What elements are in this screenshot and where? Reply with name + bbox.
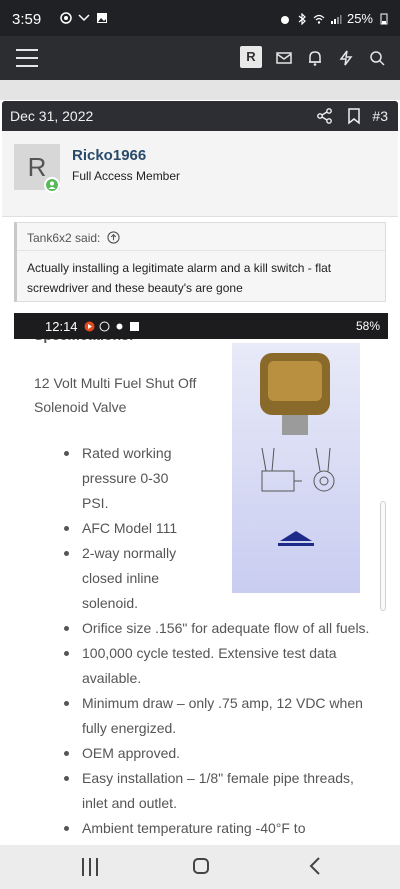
online-status-icon	[44, 177, 60, 193]
battery-percent: 25%	[346, 11, 373, 26]
recent-apps-icon[interactable]	[82, 858, 98, 876]
embedded-notification-icons	[84, 321, 140, 332]
author-role: Full Access Member	[72, 169, 181, 183]
list-item: 2-way normally closed inline solenoid.	[64, 541, 184, 616]
embedded-scrollbar	[380, 501, 386, 611]
bluetooth-icon	[298, 12, 306, 25]
embedded-status-time: 12:14	[45, 319, 78, 334]
signal-icon	[330, 14, 342, 24]
post-number[interactable]: #3	[372, 108, 388, 124]
settings-icon	[116, 323, 123, 330]
list-item: Rated working pressure 0-30 PSI.	[64, 441, 184, 516]
list-item: AFC Model 111	[64, 516, 184, 541]
quote-block: Tank6x2 said: Actually installing a legi…	[14, 222, 386, 302]
quote-attribution[interactable]: Tank6x2 said:	[27, 231, 100, 245]
status-notification-icons	[60, 12, 108, 24]
status-system-icons: 25%	[279, 11, 390, 26]
post-author-card: R Ricko1966 Full Access Member	[2, 131, 398, 217]
embedded-battery: 58%	[355, 319, 380, 333]
system-navigation-bar	[0, 845, 400, 889]
missed-call-icon	[78, 14, 90, 22]
account-avatar-button[interactable]: R	[240, 46, 262, 68]
embedded-status-bar: 12:14 58%	[14, 313, 388, 339]
arrow-up-circle-icon[interactable]	[107, 231, 120, 244]
post-header-bar: Dec 31, 2022 #3	[2, 101, 398, 131]
home-icon[interactable]	[193, 858, 209, 874]
bell-icon[interactable]	[305, 48, 325, 68]
post-date[interactable]: Dec 31, 2022	[10, 108, 93, 124]
app-icon	[99, 321, 110, 332]
gallery-icon	[97, 13, 107, 23]
alarm-icon	[280, 15, 289, 24]
back-icon[interactable]	[305, 855, 327, 877]
gallery-icon	[130, 322, 139, 331]
share-icon[interactable]	[316, 107, 334, 125]
search-icon[interactable]	[367, 48, 387, 68]
list-item: OEM approved.	[64, 741, 374, 766]
page-background-strip	[0, 80, 400, 100]
notification-icon	[60, 12, 72, 24]
mail-icon[interactable]	[274, 48, 294, 68]
youtube-icon	[84, 321, 95, 332]
status-time: 3:59	[12, 11, 42, 28]
battery-icon	[380, 13, 388, 24]
product-title: 12 Volt Multi Fuel Shut Off Solenoid Val…	[34, 375, 197, 415]
quote-header: Tank6x2 said:	[17, 223, 385, 251]
spec-list: Rated working pressure 0-30 PSI. AFC Mod…	[64, 441, 374, 841]
list-item: Ambient temperature rating -40°F to	[64, 816, 374, 841]
author-username[interactable]: Ricko1966	[72, 147, 146, 164]
phone-status-bar: 3:59 25%	[0, 0, 400, 36]
wifi-icon	[313, 14, 325, 24]
hamburger-icon[interactable]	[16, 49, 38, 67]
bookmark-icon[interactable]	[346, 107, 362, 125]
list-item: 100,000 cycle tested. Extensive test dat…	[64, 641, 374, 691]
quote-text: Actually installing a legitimate alarm a…	[27, 261, 332, 295]
attached-screenshot[interactable]: Specifications: 12:14	[14, 313, 388, 843]
list-item: Orifice size .156" for adequate flow of …	[64, 616, 374, 641]
list-item: Easy installation – 1/8" female pipe thr…	[64, 766, 374, 816]
forum-app-bar: R	[0, 36, 400, 80]
bolt-icon[interactable]	[336, 48, 356, 68]
list-item: Minimum draw – only .75 amp, 12 VDC when…	[64, 691, 374, 741]
